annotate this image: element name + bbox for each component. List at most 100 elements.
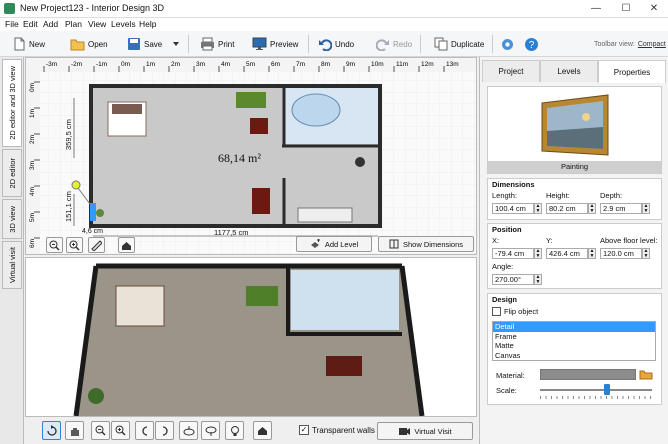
list-item[interactable]: Frame <box>493 332 655 342</box>
ruler-tick-label: 4m <box>221 61 230 68</box>
measure-button[interactable] <box>88 237 105 253</box>
view-3d[interactable] <box>25 257 477 417</box>
show-dimensions-button[interactable]: Show Dimensions <box>378 236 474 252</box>
zoom-out-3d-button[interactable] <box>91 421 110 440</box>
home-3d-button[interactable] <box>253 421 272 440</box>
depth-spinner[interactable]: ▲ ▼ <box>642 203 650 214</box>
app-icon <box>4 3 15 14</box>
dining-chairs[interactable] <box>252 188 270 214</box>
add-level-label: Add Level <box>324 239 359 249</box>
design-section: Design Flip object Detail Frame Matte Ca… <box>487 293 662 405</box>
pan-button[interactable] <box>65 421 84 440</box>
angle-spinner[interactable]: ▲ ▼ <box>534 274 542 285</box>
settings-button[interactable] <box>500 34 515 54</box>
dimensions-heading: Dimensions <box>492 180 535 189</box>
menu-add[interactable]: Add <box>43 19 58 29</box>
design-parts-list[interactable]: Detail Frame Matte Canvas <box>492 321 656 361</box>
angle-input[interactable]: 270.00° <box>492 274 534 285</box>
undo-button[interactable]: Undo <box>318 34 354 54</box>
tab-properties[interactable]: Properties <box>598 60 666 83</box>
material-swatch[interactable] <box>540 369 636 380</box>
zoom-in-3d-button[interactable] <box>111 421 130 440</box>
folder-open-icon <box>70 39 85 51</box>
kitchen-counter[interactable] <box>297 207 353 223</box>
armchair[interactable] <box>250 118 268 134</box>
scene-3d[interactable] <box>26 258 477 417</box>
lighting-button[interactable] <box>225 421 244 440</box>
new-icon <box>14 37 25 51</box>
toolbar-view-link[interactable]: Compact <box>638 41 666 48</box>
plant[interactable] <box>96 209 104 217</box>
tab-virtual-visit[interactable]: Virtual visit <box>2 241 22 289</box>
menu-plan[interactable]: Plan <box>65 19 82 29</box>
tab-project[interactable]: Project <box>482 60 540 82</box>
length-input[interactable]: 100.4 cm <box>492 203 534 214</box>
depth-input[interactable]: 2.9 cm <box>600 203 642 214</box>
orbit-left-button[interactable] <box>135 421 154 440</box>
tab-label: Virtual visit <box>7 246 17 284</box>
save-dropdown[interactable] <box>172 34 180 54</box>
orbit-right-button[interactable] <box>155 421 174 440</box>
menu-view[interactable]: View <box>88 19 106 29</box>
height-spinner[interactable]: ▲ ▼ <box>588 203 596 214</box>
maximize-button[interactable]: ☐ <box>612 0 640 18</box>
above-floor-input[interactable]: 120.0 cm <box>600 248 642 259</box>
zoom-out-button[interactable] <box>46 237 63 253</box>
transparent-walls-toggle[interactable]: ✓ Transparent walls <box>299 425 375 435</box>
flip-object-checkbox[interactable] <box>492 307 501 316</box>
floor-lamp[interactable] <box>355 157 365 167</box>
help-button[interactable]: ? <box>524 34 539 54</box>
virtual-visit-button[interactable]: Virtual Visit <box>377 422 473 440</box>
rotation-handle[interactable] <box>71 180 81 190</box>
rotate-view-button[interactable] <box>42 421 61 440</box>
x-input[interactable]: -79.4 cm <box>492 248 534 259</box>
list-item[interactable]: Canvas <box>493 351 655 361</box>
save-button[interactable]: Save <box>127 34 162 54</box>
list-item[interactable]: Matte <box>493 341 655 351</box>
open-button[interactable]: Open <box>70 34 108 54</box>
duplicate-button[interactable]: Duplicate <box>434 34 484 54</box>
ruler-tick-label: 11m <box>396 61 408 68</box>
print-button[interactable]: Print <box>200 34 234 54</box>
tab-levels[interactable]: Levels <box>540 60 598 82</box>
y-spinner[interactable]: ▲ ▼ <box>588 248 596 259</box>
bath-fixture[interactable] <box>291 93 341 127</box>
toolbar-view-label: Toolbar view: <box>594 40 635 48</box>
print-label: Print <box>218 39 235 49</box>
menu-levels[interactable]: Levels <box>111 19 136 29</box>
above-floor-spinner[interactable]: ▲ ▼ <box>642 248 650 259</box>
length-spinner[interactable]: ▲ ▼ <box>534 203 542 214</box>
plan-editor[interactable]: -3m -2m -1m 0m 1m 2m 3m 4m 5m 6m 7m 8m 9m 10m 11m 12m 13… <box>25 57 477 255</box>
add-level-button[interactable]: Add Level <box>296 236 372 252</box>
preview-button[interactable]: Preview <box>252 34 298 54</box>
menu-file[interactable]: File <box>5 19 19 29</box>
menu-help[interactable]: Help <box>139 19 156 29</box>
flip-object-label: Flip object <box>504 307 539 316</box>
home-view-button[interactable] <box>118 237 135 253</box>
zoom-in-button[interactable] <box>66 237 83 253</box>
tab-label: 3D view <box>7 205 17 233</box>
folder-icon[interactable] <box>639 369 653 380</box>
ruler-tick-label: 9m <box>346 61 355 68</box>
scale-slider-thumb[interactable] <box>603 384 610 395</box>
tab-3d-view[interactable]: 3D view <box>2 199 22 239</box>
transparent-walls-checkbox[interactable]: ✓ <box>299 425 309 435</box>
redo-button[interactable]: Redo <box>376 34 412 54</box>
sofa[interactable] <box>236 92 266 108</box>
tilt-down-button[interactable] <box>201 421 220 440</box>
list-item[interactable]: Detail <box>493 322 655 332</box>
flip-object-toggle[interactable]: Flip object <box>492 307 538 316</box>
x-spinner[interactable]: ▲ ▼ <box>534 248 542 259</box>
scale-slider-track[interactable] <box>540 389 652 391</box>
close-button[interactable]: ✕ <box>640 0 668 18</box>
new-button[interactable]: New <box>12 34 45 54</box>
height-input[interactable]: 80.2 cm <box>546 203 588 214</box>
minimize-button[interactable]: — <box>582 0 610 18</box>
menu-edit[interactable]: Edit <box>23 19 38 29</box>
tab-2d-editor[interactable]: 2D editor <box>2 149 22 197</box>
tilt-up-button[interactable] <box>179 421 198 440</box>
tab-2d-editor-and-3d-view[interactable]: 2D editor and 3D view <box>2 59 22 147</box>
selected-painting[interactable] <box>90 203 96 221</box>
transparent-walls-label: Transparent walls <box>312 425 375 435</box>
y-input[interactable]: 426.4 cm <box>546 248 588 259</box>
